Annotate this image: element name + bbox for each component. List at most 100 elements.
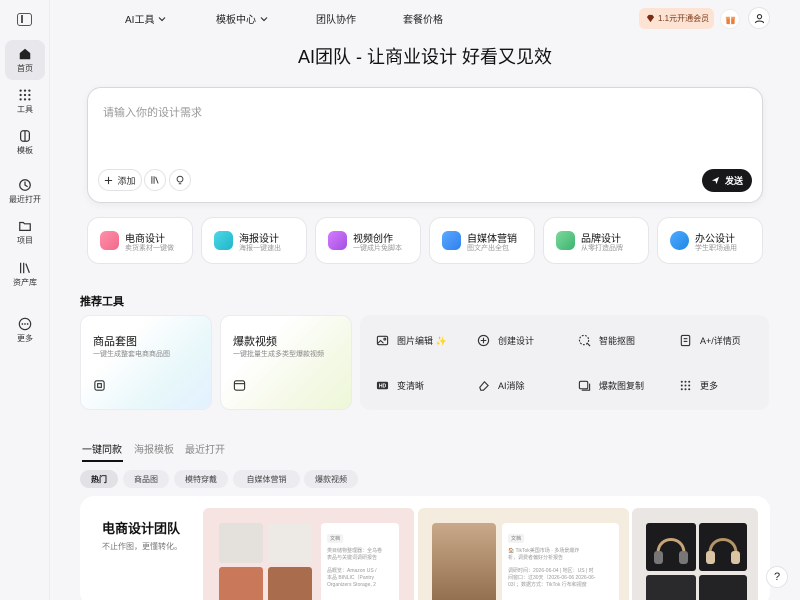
doc-line: Organizers Storage, 2 (327, 582, 376, 588)
tool-label: 创建设计 (498, 335, 535, 346)
help-button[interactable]: ? (766, 566, 788, 588)
send-button-label: 发送 (724, 176, 743, 186)
sidebar-item-assets[interactable]: 资产库 (5, 254, 45, 294)
sidebar-item-recent[interactable]: 最近打开 (5, 171, 45, 211)
nav-ai-tools-label: AI工具 (125, 15, 155, 26)
featured-product-set[interactable]: 商品套图 一键生成整套电商商品图 (80, 315, 212, 410)
doc-line: 析，调费者偏好分析报告 (508, 555, 564, 561)
headphone-photo (699, 523, 747, 571)
tool-label: 更多 (700, 380, 719, 391)
clock-icon (19, 178, 31, 191)
headphone-icon (654, 538, 688, 564)
tool-label: 图片编辑 ✨ (397, 335, 447, 346)
sidebar-item-label: 首页 (17, 63, 33, 73)
nav-team[interactable]: 团队协作 (316, 11, 356, 26)
doc-line: 调研时间：2026-06-04 | 地区：US | 时 (508, 568, 594, 574)
tab-poster-templates[interactable]: 海报模板 (134, 441, 174, 456)
prompt-input[interactable]: 请输入你的设计需求 (103, 104, 202, 120)
tab-recent[interactable]: 最近打开 (185, 441, 225, 456)
nav-pricing[interactable]: 套餐价格 (403, 11, 443, 26)
doc-line: 🏠 TikTok美国市场 · 多场景爆炸 (508, 548, 580, 554)
product-photo (268, 567, 312, 600)
nav-template-center[interactable]: 模板中心 (216, 11, 268, 26)
tool-smart-cutout[interactable]: 智能抠图 (568, 318, 668, 362)
user-avatar-button[interactable] (748, 7, 770, 29)
filter-model-wear[interactable]: 模特穿戴 (174, 470, 228, 488)
add-button-label: 添加 (117, 175, 136, 186)
doc-line: 03）；数据方式：TikTok 行布和视度 (508, 582, 587, 588)
image-edit-icon (376, 335, 389, 345)
sidebar-item-label: 工具 (17, 104, 33, 114)
sidebar-item-home[interactable]: 首页 (5, 40, 45, 80)
category-subtitle: 一键成片免脚本 (353, 245, 402, 252)
add-button[interactable]: 添加 (98, 169, 142, 191)
sidebar-item-label: 最近打开 (9, 194, 41, 204)
showcase-card[interactable]: 电商设计团队 不止作图，更懂转化。 文档 类目储物整理器：全乌卷 表品与关键词调… (80, 496, 770, 600)
showcase-preview-storage: 文档 类目储物整理器：全乌卷 表品与关键词调研报告 品概览：Amazon US … (203, 508, 414, 600)
user-icon (754, 13, 764, 23)
sidebar-item-tools[interactable]: 工具 (5, 81, 45, 121)
tool-detail-page[interactable]: A+/详情页 (669, 318, 769, 362)
tab-one-click-same[interactable]: 一键同款 (82, 441, 122, 456)
sidebar-item-more[interactable]: 更多 (5, 310, 45, 350)
filter-product-images[interactable]: 商品图 (123, 470, 169, 488)
tool-more[interactable]: 更多 (669, 363, 769, 407)
report-document: 文档 🏠 TikTok美国市场 · 多场景爆炸 析，调费者偏好分析报告 调研时间… (502, 523, 619, 600)
more-icon (18, 317, 32, 330)
svg-text:HD: HD (379, 383, 387, 389)
membership-promo-button[interactable]: 1.1元开通会员 (639, 8, 714, 29)
diamond-icon (646, 14, 655, 23)
eraser-icon (479, 380, 489, 391)
library-button[interactable] (144, 169, 166, 191)
sidebar-item-label: 更多 (17, 333, 33, 343)
doc-line: 品概览：Amazon US / (327, 568, 377, 574)
grid-icon (19, 88, 31, 101)
tool-ai-erase[interactable]: AI消除 (467, 363, 567, 407)
gift-button[interactable] (720, 9, 740, 29)
cutout-icon (578, 334, 591, 346)
category-social-media[interactable]: 自媒体营销 图文产出全包 (429, 217, 535, 264)
chat-bubble-icon (442, 231, 461, 250)
send-button[interactable]: 发送 (702, 169, 752, 192)
product-photo (219, 523, 263, 563)
showcase-title: 电商设计团队 (102, 521, 181, 536)
category-office[interactable]: 办公设计 学生职场通用 (657, 217, 763, 264)
poster-icon (214, 231, 233, 250)
tool-label: AI消除 (498, 380, 525, 391)
category-brand[interactable]: 品牌设计 从零打造品牌 (543, 217, 649, 264)
chevron-down-icon (159, 16, 166, 21)
tool-image-edit[interactable]: 图片编辑 ✨ (366, 318, 466, 362)
featured-title: 爆款视频 (233, 336, 277, 348)
prompt-box[interactable]: 请输入你的设计需求 添加 发送 (87, 87, 763, 203)
featured-viral-video[interactable]: 爆款视频 一键批量生成多类型爆款视频 (220, 315, 352, 410)
tool-enhance[interactable]: HD 变清晰 (366, 363, 466, 407)
category-subtitle: 从零打造品牌 (581, 245, 623, 252)
tool-label: 变清晰 (397, 380, 425, 391)
nav-template-center-label: 模板中心 (216, 15, 256, 26)
filter-social-media[interactable]: 自媒体营销 (233, 470, 300, 488)
filter-hot[interactable]: 热门 (80, 470, 118, 488)
featured-subtitle: 一键批量生成多类型爆款视频 (233, 351, 324, 358)
copy-image-icon (578, 380, 591, 391)
filter-viral-video[interactable]: 爆款视频 (304, 470, 358, 488)
nav-ai-tools[interactable]: AI工具 (125, 11, 166, 26)
category-ecommerce[interactable]: 电商设计 卖货素材一键做 (87, 217, 193, 264)
sidebar-item-templates[interactable]: 模板 (5, 122, 45, 162)
category-subtitle: 海报一键速出 (239, 245, 281, 252)
tool-create-design[interactable]: 创建设计 (467, 318, 567, 362)
category-poster[interactable]: 海报设计 海报一键速出 (201, 217, 307, 264)
headphone-photo (646, 575, 696, 600)
tool-viral-copy[interactable]: 爆款图复制 (568, 363, 668, 407)
sidebar-item-projects[interactable]: 项目 (5, 212, 45, 252)
plus-square-icon (477, 334, 490, 346)
headphone-icon (706, 538, 740, 564)
sidebar-item-label: 模板 (17, 145, 33, 155)
shopping-bag-icon (100, 231, 119, 250)
sidebar-toggle-icon[interactable] (17, 13, 32, 26)
tool-label: 爆款图复制 (599, 380, 645, 391)
grid-dots-icon (680, 380, 691, 390)
category-video[interactable]: 视频创作 一键成片免脚本 (315, 217, 421, 264)
detail-page-icon (680, 334, 691, 346)
inspiration-button[interactable] (169, 169, 191, 191)
lightbulb-icon (176, 175, 184, 185)
